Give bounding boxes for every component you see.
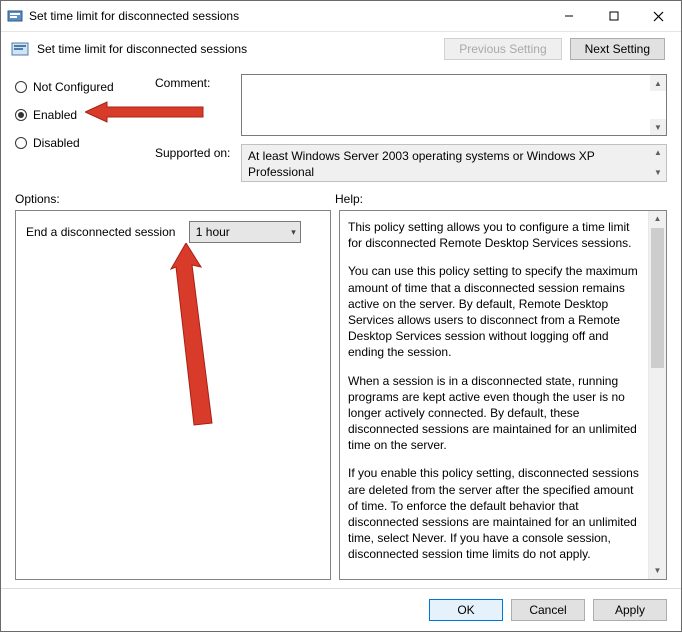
radio-not-configured[interactable]: Not Configured xyxy=(15,80,155,94)
scroll-up-icon[interactable]: ▲ xyxy=(650,75,666,91)
comment-label: Comment: xyxy=(155,74,241,136)
ok-button[interactable]: OK xyxy=(429,599,503,621)
options-panel: End a disconnected session 1 hour ▾ xyxy=(15,210,331,580)
help-panel: This policy setting allows you to config… xyxy=(339,210,667,580)
help-text: You can use this policy setting to speci… xyxy=(348,263,646,360)
scroll-down-icon[interactable]: ▼ xyxy=(650,165,666,181)
scroll-up-icon[interactable]: ▲ xyxy=(649,211,666,227)
radio-disabled[interactable]: Disabled xyxy=(15,136,155,150)
help-scrollbar[interactable]: ▲ ▼ xyxy=(648,211,666,579)
app-icon xyxy=(7,8,23,24)
radio-label: Not Configured xyxy=(33,80,114,94)
radio-enabled[interactable]: Enabled xyxy=(15,108,155,122)
policy-dialog-window: Set time limit for disconnected sessions… xyxy=(0,0,682,632)
help-label: Help: xyxy=(335,192,667,206)
close-button[interactable] xyxy=(636,1,681,31)
help-text: This policy setting allows you to config… xyxy=(348,219,646,251)
options-label: Options: xyxy=(15,192,335,206)
scroll-down-icon[interactable]: ▼ xyxy=(649,563,666,579)
radio-label: Enabled xyxy=(33,108,77,122)
scroll-down-icon[interactable]: ▼ xyxy=(650,119,666,135)
header: Set time limit for disconnected sessions… xyxy=(1,32,681,66)
minimize-button[interactable] xyxy=(546,1,591,31)
radio-circle xyxy=(15,109,27,121)
supported-label: Supported on: xyxy=(155,144,241,182)
help-text: When a session is in a disconnected stat… xyxy=(348,373,646,454)
radio-label: Disabled xyxy=(33,136,80,150)
chevron-down-icon: ▾ xyxy=(291,227,296,238)
help-text: If you enable this policy setting, disco… xyxy=(348,465,646,562)
scroll-thumb[interactable] xyxy=(651,228,664,368)
section-labels: Options: Help: xyxy=(1,186,681,210)
previous-setting-button: Previous Setting xyxy=(444,38,561,60)
dialog-footer: OK Cancel Apply xyxy=(1,588,681,631)
radio-circle xyxy=(15,137,27,149)
end-session-dropdown[interactable]: 1 hour ▾ xyxy=(189,221,301,243)
window-controls xyxy=(546,1,681,31)
maximize-button[interactable] xyxy=(591,1,636,31)
supported-on-box: At least Windows Server 2003 operating s… xyxy=(241,144,667,182)
titlebar: Set time limit for disconnected sessions xyxy=(1,1,681,32)
radio-circle xyxy=(15,81,27,93)
dropdown-value: 1 hour xyxy=(196,225,230,239)
state-radio-group: Not Configured Enabled Disabled xyxy=(15,74,155,182)
supported-on-text: At least Windows Server 2003 operating s… xyxy=(248,149,595,179)
header-title: Set time limit for disconnected sessions xyxy=(37,42,444,56)
next-setting-button[interactable]: Next Setting xyxy=(570,38,665,60)
comment-textarea[interactable]: ▲ ▼ xyxy=(241,74,667,136)
annotation-arrow-dropdown xyxy=(146,243,226,433)
window-title: Set time limit for disconnected sessions xyxy=(29,9,546,23)
cancel-button[interactable]: Cancel xyxy=(511,599,585,621)
apply-button[interactable]: Apply xyxy=(593,599,667,621)
panels: End a disconnected session 1 hour ▾ This… xyxy=(1,210,681,588)
option-end-session-label: End a disconnected session xyxy=(26,225,175,239)
policy-icon xyxy=(11,40,29,58)
scroll-up-icon[interactable]: ▲ xyxy=(650,145,666,161)
settings-area: Not Configured Enabled Disabled Comment: xyxy=(1,66,681,186)
